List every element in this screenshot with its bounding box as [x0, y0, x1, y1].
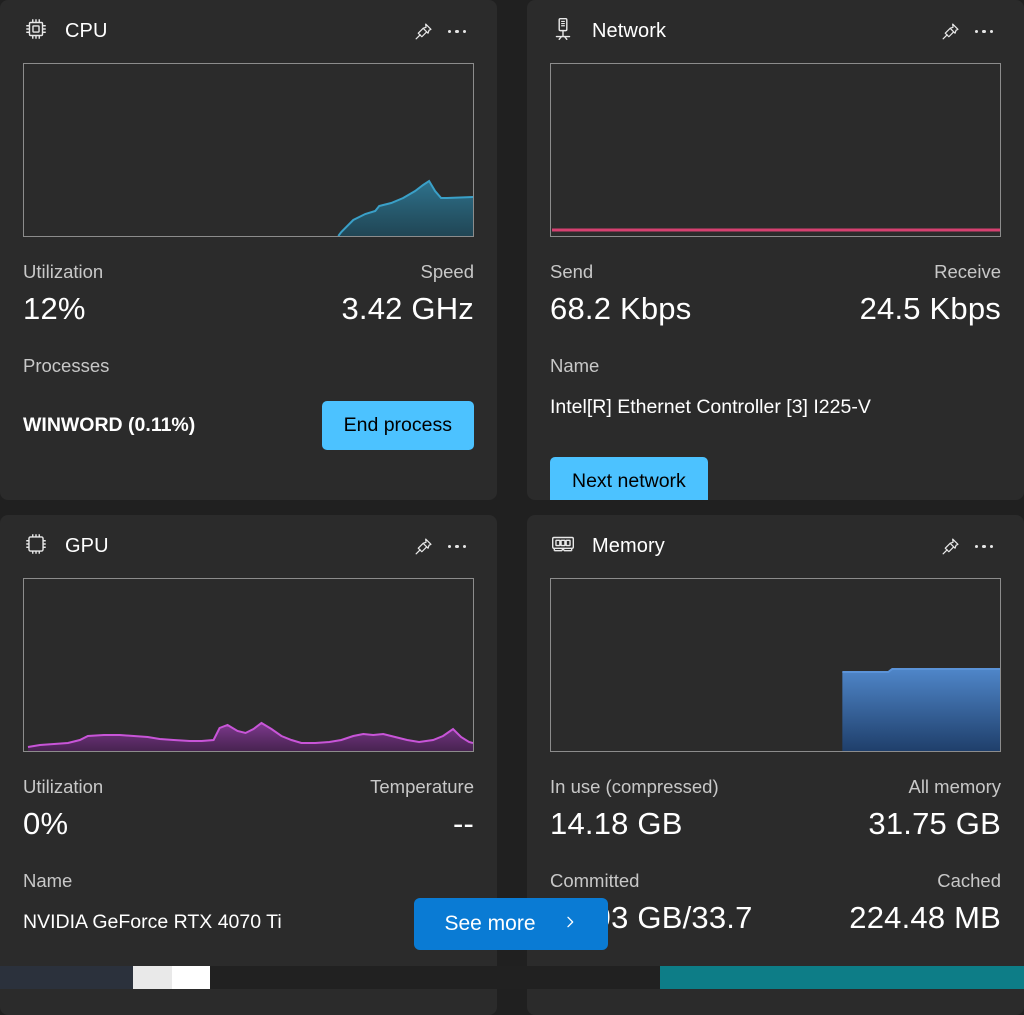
chevron-right-icon — [562, 912, 578, 936]
gpu-card-title: GPU — [65, 535, 109, 558]
memory-card-header: Memory — [550, 515, 1001, 578]
cpu-speed-value: 3.42 GHz — [341, 291, 474, 327]
gpu-card-header: GPU — [23, 515, 474, 578]
cpu-utilization-value: 12% — [23, 291, 86, 327]
more-options-icon[interactable] — [967, 15, 1001, 49]
memory-all-label: All memory — [908, 776, 1001, 798]
cpu-chip-icon — [23, 16, 49, 47]
memory-inuse-value: 14.18 GB — [550, 806, 683, 842]
cpu-card: CPU — [0, 0, 497, 500]
taskbar-segment-navy — [0, 966, 133, 989]
network-receive-label: Receive — [934, 261, 1001, 283]
cpu-graph — [23, 63, 474, 237]
taskbar-segment-dark — [210, 966, 660, 989]
more-options-icon[interactable] — [967, 530, 1001, 564]
memory-inuse-label: In use (compressed) — [550, 776, 719, 798]
taskbar-segment-gray[interactable] — [133, 966, 172, 989]
see-more-button[interactable]: See more — [414, 898, 608, 950]
memory-cached-label: Cached — [937, 870, 1001, 892]
cpu-card-title: CPU — [65, 20, 108, 43]
cpu-card-header: CPU — [23, 0, 474, 63]
cpu-top-process-name: WINWORD (0.11%) — [23, 414, 195, 437]
network-receive-value: 24.5 Kbps — [860, 291, 1001, 327]
gpu-chip-icon — [23, 531, 49, 562]
network-name-label: Name — [550, 355, 1001, 377]
more-options-icon[interactable] — [440, 15, 474, 49]
memory-all-value: 31.75 GB — [868, 806, 1001, 842]
gpu-adapter-name: NVIDIA GeForce RTX 4070 Ti — [23, 911, 474, 934]
network-send-label: Send — [550, 261, 593, 283]
network-stat-labels: Send Receive — [550, 261, 1001, 283]
cpu-stat-labels: Utilization Speed — [23, 261, 474, 283]
network-card-header: Network — [550, 0, 1001, 63]
next-network-button[interactable]: Next network — [550, 457, 708, 500]
cpu-utilization-label: Utilization — [23, 261, 103, 283]
cpu-speed-label: Speed — [421, 261, 475, 283]
gpu-stat-labels: Utilization Temperature — [23, 776, 474, 798]
network-send-value: 68.2 Kbps — [550, 291, 691, 327]
gpu-name-label: Name — [23, 870, 474, 892]
memory-stat-labels: In use (compressed) All memory — [550, 776, 1001, 798]
gpu-temperature-value: -- — [453, 806, 474, 842]
memory-stat-values: 14.18 GB 31.75 GB — [550, 806, 1001, 842]
network-tower-icon — [550, 16, 576, 47]
gpu-stat-values: 0% -- — [23, 806, 474, 842]
gpu-utilization-value: 0% — [23, 806, 68, 842]
cpu-processes-label: Processes — [23, 355, 474, 377]
see-more-label: See more — [444, 912, 535, 936]
memory-graph — [550, 578, 1001, 752]
network-card-title: Network — [592, 20, 666, 43]
memory-committed-label: Committed — [550, 870, 639, 892]
pin-icon[interactable] — [933, 15, 967, 49]
gpu-graph — [23, 578, 474, 752]
cpu-stat-values: 12% 3.42 GHz — [23, 291, 474, 327]
taskbar-segment-teal — [660, 966, 1024, 989]
network-adapter-name: Intel[R] Ethernet Controller [3] I225-V — [550, 396, 1001, 419]
network-card: Network Send Receive 68.2 Kbps — [527, 0, 1024, 500]
gpu-temperature-label: Temperature — [370, 776, 474, 798]
more-options-icon[interactable] — [440, 530, 474, 564]
memory-sub-values: 19.93 GB/33.7 224.48 MB — [550, 900, 1001, 936]
memory-sub-labels: Committed Cached — [550, 870, 1001, 892]
pin-icon[interactable] — [933, 530, 967, 564]
taskbar-strip — [0, 966, 1024, 989]
gpu-utilization-label: Utilization — [23, 776, 103, 798]
pin-icon[interactable] — [406, 530, 440, 564]
network-stat-values: 68.2 Kbps 24.5 Kbps — [550, 291, 1001, 327]
taskbar-segment-white[interactable] — [172, 966, 210, 989]
memory-card-title: Memory — [592, 535, 665, 558]
cpu-process-row: WINWORD (0.11%) End process — [23, 401, 474, 450]
network-graph — [550, 63, 1001, 237]
end-process-button[interactable]: End process — [322, 401, 474, 450]
memory-cached-value: 224.48 MB — [849, 900, 1001, 936]
pin-icon[interactable] — [406, 15, 440, 49]
widget-grid: CPU — [0, 0, 1024, 963]
memory-stick-icon — [550, 531, 576, 562]
